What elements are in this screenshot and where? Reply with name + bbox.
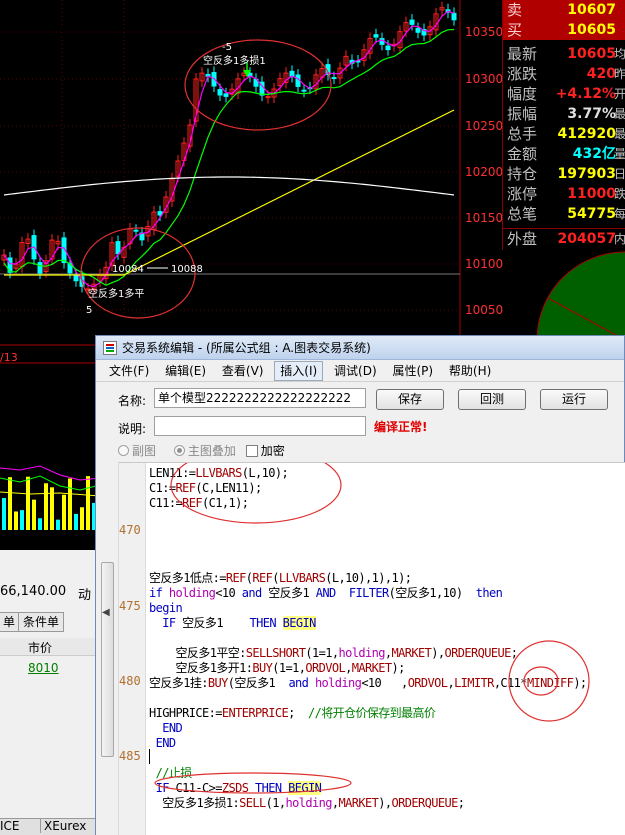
lower-price-1: 10084: [112, 264, 144, 275]
condition-order-button[interactable]: 条件单: [18, 612, 65, 632]
code-line[interactable]: //止损: [149, 766, 193, 781]
price-label-10150: 10150: [465, 211, 504, 225]
code-line[interactable]: END: [149, 721, 182, 736]
price-label-10100: 10100: [465, 257, 504, 271]
menu-edit[interactable]: 编辑(E): [160, 360, 211, 382]
description-label: 说明:: [118, 422, 147, 436]
account-value: 66,140.00: [0, 584, 67, 599]
price-label-10350: 10350: [465, 25, 504, 39]
date-fragment: /13: [0, 351, 18, 364]
menu-debug[interactable]: 调试(D): [329, 360, 382, 382]
marker-minus5: -5: [222, 42, 232, 53]
code-line[interactable]: IF 空反多1 THEN BEGIN: [149, 616, 316, 631]
action-label: 动: [78, 588, 92, 603]
menu-help[interactable]: 帮助(H): [444, 360, 496, 382]
quote-panel: 卖 10607 买 10605 最新 10605 均 涨跌 420 昨 幅度 +4.12%…: [502, 0, 625, 250]
code-line[interactable]: 空反多1挂:BUY(空反多1 and holding<10 ,ORDVOL,LI…: [149, 676, 587, 691]
name-label: 名称:: [118, 394, 147, 408]
name-field[interactable]: 单个模型2222222222222222222: [154, 388, 366, 408]
code-line[interactable]: begin: [149, 601, 183, 616]
run-button[interactable]: 运行: [540, 389, 608, 410]
price-label-10250: 10250: [465, 119, 504, 133]
price-label-10300: 10300: [465, 72, 504, 86]
save-button[interactable]: 保存: [376, 389, 444, 410]
quote-row-limitup: 涨停 11000 跌: [507, 185, 625, 203]
chart-grid: [0, 0, 461, 364]
quote-row-amplitude: 振幅 3.77% 最: [507, 105, 625, 123]
market-price-header: 市价: [0, 638, 100, 656]
quote-row-trades: 总笔 54775 每: [507, 205, 625, 223]
line-number-480: 480: [119, 674, 141, 688]
quote-row-amount: 金额 432亿量: [507, 145, 625, 163]
editor-scroll-panel: ◀: [96, 462, 119, 835]
price-label-10050: 10050: [465, 303, 504, 317]
code-editor[interactable]: 470 475 480 485 LEN11:=LLVBARS(L,10); C1:…: [119, 462, 625, 835]
sell-row: 卖 10607: [503, 0, 625, 20]
quote-row-outer: 外盘 204057 内: [503, 228, 625, 248]
quote-row-change: 涨跌 420 昨: [507, 65, 625, 83]
app-icon: [103, 341, 117, 355]
encrypt-checkbox[interactable]: [245, 445, 258, 457]
line-number-485: 485: [119, 749, 141, 763]
trading-system-editor-dialog: 交易系统编辑 - (所属公式组 : A.图表交易系统) 文件(F) 编辑(E) …: [95, 335, 625, 835]
upper-signal-label: 空反多1多损1: [203, 54, 266, 67]
quote-row-pct: 幅度 +4.12% 开: [507, 85, 625, 103]
compile-status: 编译正常!: [374, 420, 428, 434]
sell-price: 10607: [567, 2, 616, 18]
display-mode-group: 副图 主图叠加 加密: [118, 442, 285, 459]
description-field[interactable]: [154, 416, 366, 436]
code-line[interactable]: if holding<10 and 空反多1 AND FILTER(空反多1,1…: [149, 586, 503, 601]
code-line[interactable]: 空反多1低点:=REF(REF(LLVBARS(L,10),1),1);: [149, 571, 412, 586]
volume-bars: [0, 465, 101, 530]
price-label-10200: 10200: [465, 165, 504, 179]
market-price-value[interactable]: 8010: [28, 661, 59, 675]
buy-row: 买 10605: [503, 20, 625, 40]
text-caret: [149, 749, 150, 764]
lower-signal-label: 空反多1多平: [88, 287, 144, 300]
quote-row-latest: 最新 10605 均: [507, 45, 625, 63]
order-button[interactable]: 单: [0, 612, 21, 632]
code-line[interactable]: END: [149, 736, 176, 751]
lower-price-2: 10088: [171, 264, 203, 275]
line-number-475: 475: [119, 599, 141, 613]
code-line[interactable]: LEN11:=LLVBARS(L,10);: [149, 466, 289, 481]
dialog-title: 交易系统编辑 - (所属公式组 : A.图表交易系统): [122, 341, 371, 355]
tab-xeurex[interactable]: XEurex: [40, 819, 86, 833]
code-line[interactable]: C1:=REF(C,LEN11);: [149, 481, 262, 496]
menu-file[interactable]: 文件(F): [104, 360, 154, 382]
menu-properties[interactable]: 属性(P): [387, 360, 438, 382]
menu-view[interactable]: 查看(V): [217, 360, 269, 382]
quote-row-oi: 持仓 197903 日: [507, 165, 625, 183]
quote-row-volume: 总手 412920 最: [507, 125, 625, 143]
lower-marker-5: 5: [86, 305, 92, 316]
code-line[interactable]: 空反多1平空:SELLSHORT(1=1,holding,MARKET),ORD…: [149, 646, 517, 661]
menu-insert[interactable]: 插入(I): [274, 361, 324, 381]
chevron-left-icon[interactable]: ◀: [102, 607, 110, 618]
buy-price: 10605: [567, 22, 616, 38]
exchange-tabs: ICE XEurex: [0, 818, 100, 835]
radio-main-overlay[interactable]: [173, 445, 185, 456]
backtest-button[interactable]: 回测: [458, 389, 526, 410]
radio-subchart[interactable]: [118, 445, 129, 456]
line-number-gutter: 470 475 480 485: [119, 463, 146, 835]
code-line[interactable]: HIGHPRICE:=ENTERPRICE; //将开仓价保存到最高价: [149, 706, 436, 721]
dialog-titlebar[interactable]: 交易系统编辑 - (所属公式组 : A.图表交易系统): [96, 336, 624, 360]
code-line[interactable]: 空反多1多开1:BUY(1=1,ORDVOL,MARKET);: [149, 661, 405, 676]
tab-ice[interactable]: ICE: [0, 819, 20, 833]
menu-bar: 文件(F) 编辑(E) 查看(V) 插入(I) 调试(D) 属性(P) 帮助(H…: [96, 360, 624, 382]
code-line[interactable]: 空反多1多损1:SELL(1,holding,MARKET),ORDERQUEU…: [149, 796, 465, 811]
code-line[interactable]: IF C11-C>=ZSDS THEN BEGIN: [149, 781, 322, 796]
code-line[interactable]: C11:=REF(C1,1);: [149, 496, 249, 511]
editor-scrollbar-thumb[interactable]: [101, 562, 114, 757]
line-number-470: 470: [119, 523, 141, 537]
